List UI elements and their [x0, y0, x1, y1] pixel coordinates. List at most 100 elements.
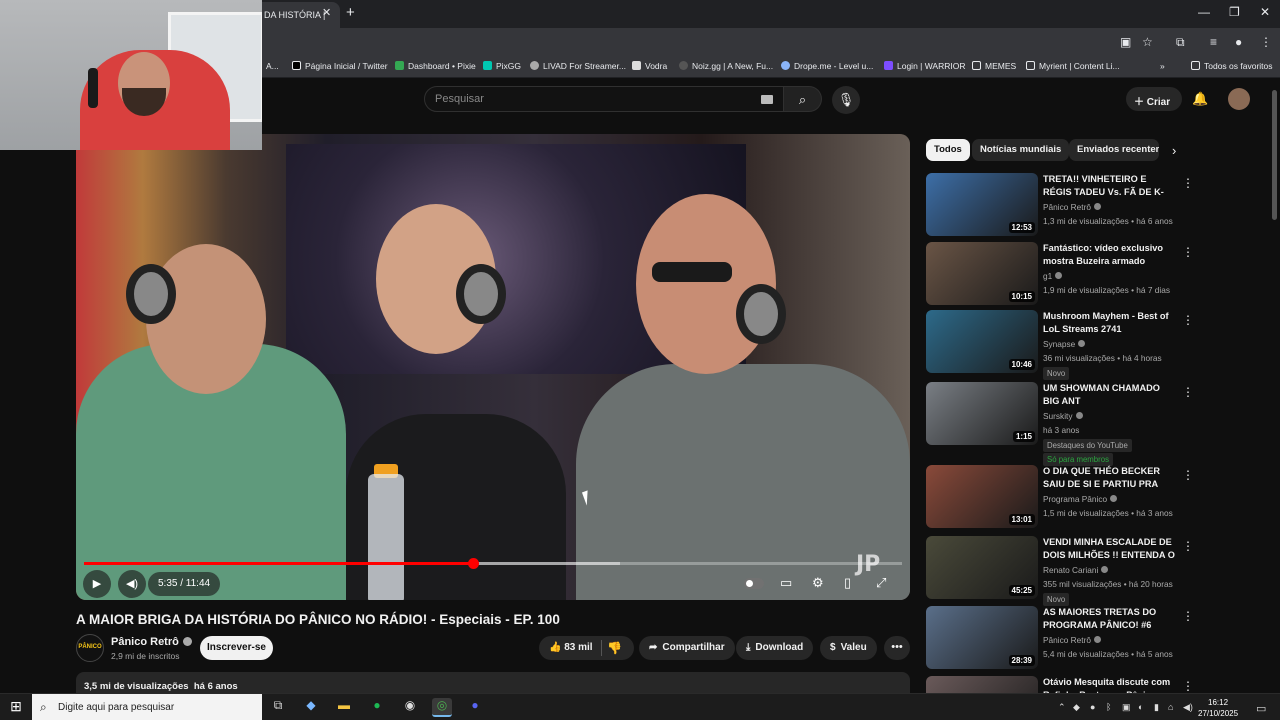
video-thumbnail[interactable]: 10:15 [926, 242, 1038, 305]
more-options-icon[interactable]: ⋮ [1182, 609, 1194, 623]
tray-app-icon[interactable]: ◐ [1138, 702, 1143, 712]
bookmark-item[interactable]: Myrient | Content Li... [1026, 61, 1120, 71]
all-favorites[interactable]: Todos os favoritos [1191, 61, 1273, 71]
bookmark-item[interactable]: Login | WARRIOR [884, 61, 966, 71]
video-thumbnail[interactable]: 12:53 [926, 173, 1038, 236]
chrome-icon[interactable]: ◎ [432, 698, 452, 717]
new-tab-icon[interactable]: + [346, 4, 355, 21]
extensions-icon[interactable]: ⧉ [1176, 35, 1185, 50]
recommended-video[interactable]: 1:15 UM SHOWMAN CHAMADO BIG ANT Surskity há… [926, 382, 1266, 466]
video-thumbnail[interactable]: 13:01 [926, 465, 1038, 528]
recommended-channel[interactable]: g1 [1043, 271, 1063, 281]
bookmark-item[interactable]: Drope.me - Level u... [781, 61, 873, 71]
file-explorer-icon[interactable]: ▬ [334, 698, 354, 717]
more-options-icon[interactable]: ⋮ [1182, 539, 1194, 553]
more-actions-button[interactable]: ••• [884, 636, 910, 660]
bookmark-star-icon[interactable]: ☆ [1142, 35, 1153, 49]
chevron-right-icon[interactable]: › [1172, 143, 1176, 158]
close-window-icon[interactable]: ✕ [1260, 5, 1270, 19]
recommended-channel[interactable]: Synapse [1043, 339, 1086, 349]
recommended-channel[interactable]: Surskity [1043, 411, 1083, 421]
video-thumbnail[interactable]: 28:39 [926, 606, 1038, 669]
dislike-button[interactable]: 👎 [607, 641, 622, 655]
chip-world-news[interactable]: Notícias mundiais [972, 139, 1070, 161]
copilot-icon[interactable]: ◆ [301, 698, 321, 717]
recommended-video[interactable]: 45:25 VENDI MINHA ESCALADE DE DOIS MILHÕE… [926, 536, 1266, 606]
browser-menu-icon[interactable]: ⋮ [1260, 35, 1272, 49]
profile-icon[interactable]: ● [1235, 35, 1242, 49]
recommended-video[interactable]: 10:15 Fantástico: vídeo exclusivo mostra … [926, 242, 1266, 312]
page-scrollbar[interactable] [1272, 90, 1277, 220]
tab-close-icon[interactable]: ✕ [322, 6, 331, 19]
more-options-icon[interactable]: ⋮ [1182, 468, 1194, 482]
bookmark-item[interactable]: A... [266, 61, 279, 71]
taskbar-clock[interactable]: 16:12 27/10/2025 [1198, 697, 1238, 719]
autoplay-toggle[interactable] [744, 578, 764, 589]
recommended-video[interactable]: 12:53 TRETA!! VINHETEIRO E RÉGIS TADEU Vs… [926, 173, 1266, 243]
tray-app-icon[interactable]: ◆ [1073, 702, 1080, 713]
theater-mode-icon[interactable]: ▯ [844, 575, 851, 591]
taskbar-search-input[interactable]: ⌕ Digite aqui para pesquisar [32, 694, 262, 720]
tray-app-icon[interactable]: ▣ [1122, 702, 1131, 713]
chip-recently-uploaded[interactable]: Enviados recentem [1069, 139, 1159, 161]
recommended-title[interactable]: AS MAIORES TRETAS DO PROGRAMA PÂNICO! #6 [1043, 606, 1177, 632]
restore-icon[interactable]: ❐ [1229, 5, 1240, 19]
bluetooth-icon[interactable]: ᛒ [1106, 702, 1111, 712]
like-button[interactable]: 👍 83 mil [549, 642, 593, 653]
bookmark-folder[interactable]: MEMES [972, 61, 1016, 71]
video-thumbnail[interactable]: 1:15 [926, 382, 1038, 445]
subscribe-button[interactable]: Inscrever-se [200, 636, 273, 660]
fullscreen-icon[interactable]: ⤢ [876, 575, 886, 591]
progress-bar[interactable] [84, 558, 902, 569]
recommended-title[interactable]: UM SHOWMAN CHAMADO BIG ANT [1043, 382, 1177, 408]
recommended-channel[interactable]: Pânico Retrô [1043, 202, 1101, 212]
more-options-icon[interactable]: ⋮ [1182, 313, 1194, 327]
notifications-bell-icon[interactable]: 🔔 [1192, 91, 1208, 107]
bookmarks-overflow-icon[interactable]: » [1160, 61, 1165, 71]
tray-overflow-icon[interactable]: ⌃ [1058, 702, 1066, 713]
bookmark-item[interactable]: Vodra [632, 61, 667, 71]
notification-center-icon[interactable]: ▭ [1256, 702, 1266, 715]
spotify-icon[interactable]: ● [367, 698, 387, 717]
recommended-video[interactable]: 10:46 Mushroom Mayhem - Best of LoL Strea… [926, 310, 1266, 380]
more-options-icon[interactable]: ⋮ [1182, 245, 1194, 259]
recommended-title[interactable]: VENDI MINHA ESCALADE DE DOIS MILHÕES !! … [1043, 536, 1177, 562]
more-options-icon[interactable]: ⋮ [1182, 679, 1194, 693]
recommended-title[interactable]: TRETA!! VINHETEIRO E RÉGIS TADEU Vs. FÃ … [1043, 173, 1177, 199]
minimize-icon[interactable]: — [1198, 5, 1210, 19]
windows-start-icon[interactable]: ⊞ [6, 698, 26, 717]
search-input[interactable]: Pesquisar [424, 86, 784, 112]
bookmark-item[interactable]: LIVAD For Streamer... [530, 61, 626, 71]
chip-all[interactable]: Todos [926, 139, 970, 161]
speaker-icon[interactable]: ◀) [1183, 702, 1193, 713]
thanks-button[interactable]: $ Valeu [820, 636, 877, 660]
recommended-video[interactable]: 28:39 AS MAIORES TRETAS DO PROGRAMA PÂNIC… [926, 606, 1266, 676]
settings-gear-icon[interactable]: ⚙ [812, 575, 824, 591]
network-icon[interactable]: ⌂ [1168, 702, 1173, 712]
obs-icon[interactable]: ◉ [400, 698, 420, 717]
search-button[interactable]: ⌕ [784, 86, 822, 112]
bookmark-item[interactable]: Noiz.gg | A New, Fu... [679, 61, 773, 71]
video-player[interactable]: JP ▶ ◀) 5:35 / 11:44 ▭ ⚙ ▯ ⤢ [76, 134, 910, 600]
tray-app-icon[interactable]: ● [1090, 702, 1095, 712]
discord-icon[interactable]: ● [465, 698, 485, 717]
microphone-tray-icon[interactable]: ▮ [1154, 702, 1159, 713]
channel-name-link[interactable]: Pânico Retrô [111, 636, 192, 648]
recommended-title[interactable]: O DIA QUE THÉO BECKER SAIU DE SI E PARTI… [1043, 465, 1177, 491]
channel-avatar[interactable]: PÂNICO [76, 634, 104, 662]
keyboard-icon[interactable] [761, 95, 773, 104]
cast-icon[interactable]: ▣ [1120, 35, 1131, 49]
subtitles-icon[interactable]: ▭ [780, 575, 792, 591]
video-thumbnail[interactable]: 10:46 [926, 310, 1038, 373]
recommended-title[interactable]: Mushroom Mayhem - Best of LoL Streams 27… [1043, 310, 1177, 336]
recommended-channel[interactable]: Programa Pânico [1043, 494, 1118, 504]
recommended-video[interactable]: 13:01 O DIA QUE THÉO BECKER SAIU DE SI E … [926, 465, 1266, 535]
task-view-icon[interactable]: ⧉ [268, 698, 288, 717]
media-control-icon[interactable]: ≡ [1210, 35, 1217, 49]
voice-search-button[interactable]: 🎙 [832, 86, 860, 114]
video-thumbnail[interactable]: 45:25 [926, 536, 1038, 599]
recommended-title[interactable]: Fantástico: vídeo exclusivo mostra Buzei… [1043, 242, 1177, 268]
bookmark-item[interactable]: PixGG [483, 61, 521, 71]
share-button[interactable]: ➦ Compartilhar [639, 636, 735, 660]
download-button[interactable]: ⤓ Download [736, 636, 814, 660]
